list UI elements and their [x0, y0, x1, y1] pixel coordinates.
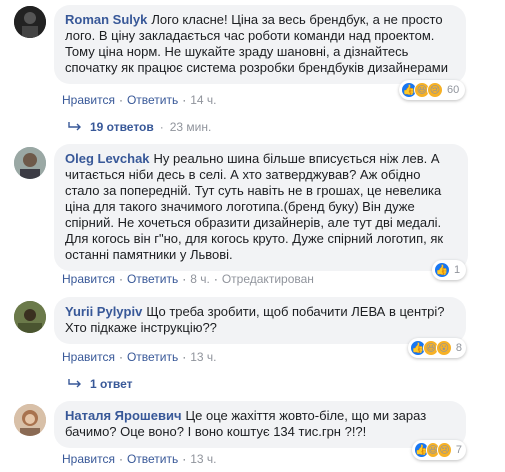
comment-bubble: Наталя Ярошевич Це оце жахіття жовто-біле…	[54, 401, 466, 448]
reaction-count: 7	[455, 444, 462, 456]
reaction-count: 60	[447, 84, 460, 96]
reply-arrow-icon	[68, 377, 82, 391]
avatar[interactable]	[14, 6, 46, 38]
sad-icon: 😢	[437, 442, 452, 458]
avatar[interactable]	[14, 301, 46, 333]
replies-time: 23 мин.	[169, 120, 212, 134]
like-button[interactable]: Нравится	[62, 452, 115, 466]
comment-text: Ну реально шина більше вписується ніж ле…	[65, 151, 444, 262]
separator-dot: ·	[118, 93, 123, 107]
separator-dot: ·	[182, 272, 187, 286]
separator-dot: ·	[118, 272, 123, 286]
comment-author[interactable]: Oleg Levchak	[65, 151, 150, 166]
replies-count[interactable]: 19 ответов	[90, 120, 154, 134]
comment-actions: Нравится · Ответить · 13 ч.	[62, 350, 217, 364]
avatar-image	[14, 147, 46, 179]
like-button[interactable]: Нравится	[62, 350, 115, 364]
reaction-count: 1	[454, 264, 461, 276]
like-button[interactable]: Нравится	[62, 93, 115, 107]
comment-author[interactable]: Наталя Ярошевич	[65, 408, 182, 423]
reply-button[interactable]: Ответить	[127, 272, 178, 286]
view-replies-link[interactable]: 19 ответов · 23 мин.	[68, 120, 211, 134]
sad-icon: 😢	[427, 82, 443, 98]
comment-time[interactable]: 14 ч.	[190, 93, 216, 107]
comment-time[interactable]: 13 ч.	[190, 350, 216, 364]
reaction-summary[interactable]: 👍 1	[432, 260, 466, 280]
view-replies-link[interactable]: 1 ответ	[68, 377, 133, 391]
reaction-summary[interactable]: 👍 😆 😮 8	[408, 338, 466, 358]
avatar[interactable]	[14, 404, 46, 436]
like-icon: 👍	[434, 262, 450, 278]
avatar-image	[14, 6, 46, 38]
comment-actions: Нравится · Ответить · 8 ч. · Отредактирован	[62, 272, 314, 286]
avatar-image	[14, 301, 46, 333]
avatar[interactable]	[14, 147, 46, 179]
reaction-count: 8	[455, 342, 462, 354]
comment-bubble: Yurii Pylypiv Що треба зробити, щоб побач…	[54, 297, 466, 344]
dot-separator: ·	[159, 120, 164, 134]
reply-button[interactable]: Ответить	[127, 93, 178, 107]
separator-dot: ·	[118, 452, 123, 466]
separator-dot: ·	[213, 272, 218, 286]
reply-button[interactable]: Ответить	[127, 350, 178, 364]
comment-author[interactable]: Roman Sulyk	[65, 12, 147, 27]
comment-author[interactable]: Yurii Pylypiv	[65, 304, 142, 319]
replies-count[interactable]: 1 ответ	[90, 377, 133, 391]
comment-actions: Нравится · Ответить · 14 ч.	[62, 93, 217, 107]
comment-time[interactable]: 13 ч.	[190, 452, 216, 466]
reaction-summary[interactable]: 👍 😆 😢 7	[412, 440, 466, 460]
comment-bubble: Roman Sulyk Лого класне! Ціна за весь бре…	[54, 5, 466, 84]
reaction-summary[interactable]: 👍 😆 😢 60	[399, 80, 465, 100]
wow-icon: 😮	[435, 340, 452, 356]
separator-dot: ·	[118, 350, 123, 364]
comment-bubble: Oleg Levchak Ну реально шина більше впису…	[54, 144, 468, 271]
like-button[interactable]: Нравится	[62, 272, 115, 286]
avatar-image	[14, 404, 46, 436]
comment-time[interactable]: 8 ч.	[190, 272, 210, 286]
separator-dot: ·	[182, 93, 187, 107]
separator-dot: ·	[182, 452, 187, 466]
comment-actions: Нравится · Ответить · 13 ч.	[62, 452, 217, 466]
reply-arrow-icon	[68, 120, 82, 134]
separator-dot: ·	[182, 350, 187, 364]
edited-label[interactable]: Отредактирован	[222, 272, 314, 286]
reply-button[interactable]: Ответить	[127, 452, 178, 466]
